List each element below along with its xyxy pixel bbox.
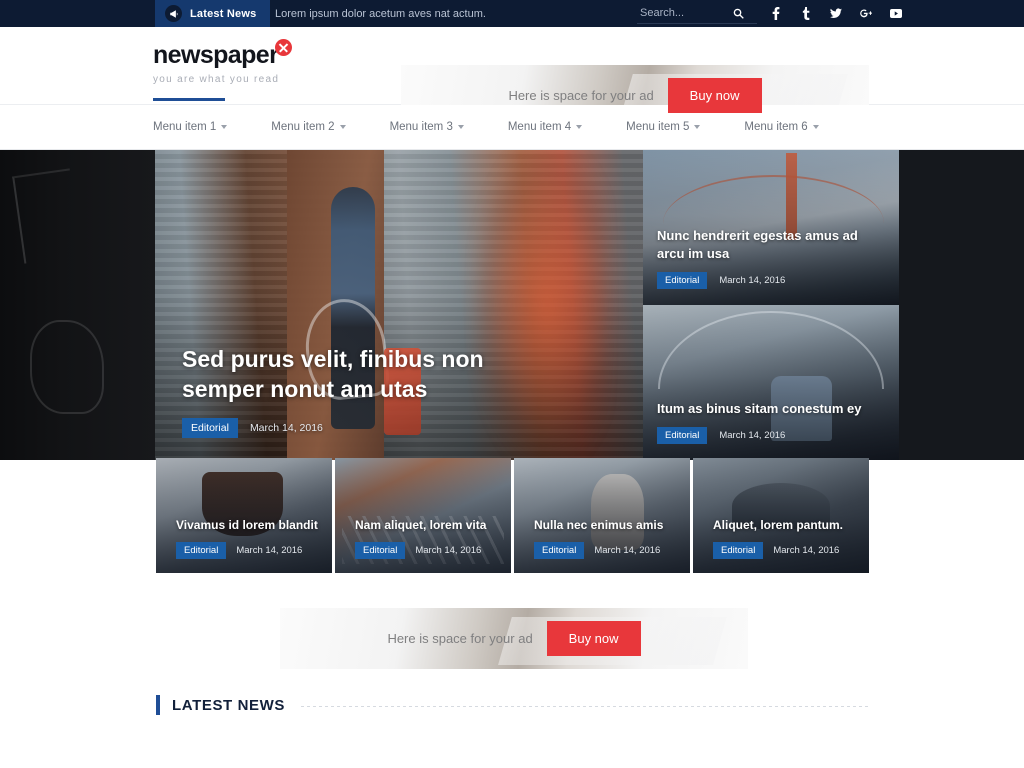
nav-item-1[interactable]: Menu item 1 <box>153 98 245 133</box>
top-bar: Latest News Lorem ipsum dolor acetum ave… <box>0 0 1024 27</box>
side-headline: Itum as binus sitam conestum ey <box>657 401 862 417</box>
logo-text: newspaper <box>153 41 279 69</box>
ticker-text: Lorem ipsum dolor acetum aves nat actum. <box>275 7 486 20</box>
hero-side-article-2[interactable]: Itum as binus sitam conestum ey Editoria… <box>643 305 899 460</box>
hero-featured-article[interactable]: Sed purus velit, finibus non semper nonu… <box>155 150 643 460</box>
youtube-icon[interactable] <box>890 7 902 21</box>
x-badge-icon <box>275 39 293 56</box>
ad-text: Here is space for your ad <box>508 88 654 103</box>
heading-divider <box>300 705 868 707</box>
side-date: March 14, 2016 <box>719 275 786 286</box>
card-title: Nulla nec enimus amis <box>534 518 664 533</box>
search-input[interactable] <box>637 6 733 21</box>
nav-item-2[interactable]: Menu item 2 <box>271 121 363 133</box>
twitter-icon[interactable] <box>830 7 842 21</box>
bridge-cable-shape <box>663 174 884 231</box>
tumblr-icon[interactable] <box>800 7 812 21</box>
hero-left-overflow <box>0 150 155 460</box>
ad-banner-bottom[interactable]: Here is space for your ad Buy now <box>280 608 748 669</box>
card-category-badge[interactable]: Editorial <box>355 542 406 559</box>
chevron-down-icon <box>339 125 346 129</box>
google-plus-icon[interactable] <box>860 7 872 21</box>
station-arch-shape <box>658 311 884 389</box>
facebook-icon[interactable] <box>770 7 782 21</box>
logo-tagline: you are what you read <box>153 74 280 85</box>
site-header: newspaper you are what you read Here is … <box>0 27 1024 126</box>
card-date: March 14, 2016 <box>594 545 661 556</box>
hero-right-filler <box>899 150 1024 460</box>
nav-item-label: Menu item 2 <box>271 121 335 133</box>
hero-date: March 14, 2016 <box>249 422 323 434</box>
hero-category-badge[interactable]: Editorial <box>182 418 238 438</box>
card-article-2[interactable]: Nam aliquet, lorem vita Editorial March … <box>335 458 511 573</box>
search-button[interactable] <box>733 8 744 19</box>
megaphone-icon <box>165 5 182 22</box>
hero-headline: Sed purus velit, finibus non semper nonu… <box>182 346 484 402</box>
hero-side-article-1[interactable]: Nunc hendrerit egestas amus ad arcu im u… <box>643 150 899 305</box>
card-date: March 14, 2016 <box>773 545 840 556</box>
card-article-4[interactable]: Aliquet, lorem pantum. Editorial March 1… <box>693 458 869 573</box>
card-article-1[interactable]: Vivamus id lorem blandit Editorial March… <box>156 458 332 573</box>
card-title: Vivamus id lorem blandit <box>176 518 318 533</box>
side-category-badge[interactable]: Editorial <box>657 427 708 444</box>
search-box[interactable] <box>637 4 757 24</box>
side-headline: Nunc hendrerit egestas amus ad arcu im u… <box>657 228 858 262</box>
buy-now-button[interactable]: Buy now <box>546 621 641 656</box>
buy-now-button[interactable]: Buy now <box>667 78 762 113</box>
heading-accent-bar <box>156 695 160 715</box>
latest-news-heading: LATEST NEWS <box>172 696 285 714</box>
featured-cards-section: Vivamus id lorem blandit Editorial March… <box>0 458 1024 580</box>
card-category-badge[interactable]: Editorial <box>534 542 585 559</box>
hero-side-list: Nunc hendrerit egestas amus ad arcu im u… <box>643 150 899 460</box>
latest-news-label: Latest News <box>190 7 257 20</box>
social-links <box>770 0 902 27</box>
nav-item-label: Menu item 1 <box>153 121 217 133</box>
card-category-badge[interactable]: Editorial <box>176 542 227 559</box>
ad-text: Here is space for your ad <box>387 631 533 646</box>
latest-news-badge[interactable]: Latest News <box>155 0 271 27</box>
card-date: March 14, 2016 <box>236 545 303 556</box>
side-date: March 14, 2016 <box>719 430 786 441</box>
news-ticker: Lorem ipsum dolor acetum aves nat actum. <box>275 0 486 27</box>
ad-banner-bottom-section: Here is space for your ad Buy now <box>0 580 1024 690</box>
section-heading: LATEST NEWS <box>156 695 868 715</box>
latest-news-section: LATEST NEWS <box>0 690 1024 750</box>
side-category-badge[interactable]: Editorial <box>657 272 708 289</box>
card-category-badge[interactable]: Editorial <box>713 542 764 559</box>
card-title: Aliquet, lorem pantum. <box>713 518 844 533</box>
ad-banner-top[interactable]: Here is space for your ad Buy now <box>401 65 869 126</box>
card-date: March 14, 2016 <box>415 545 482 556</box>
card-article-3[interactable]: Nulla nec enimus amis Editorial March 14… <box>514 458 690 573</box>
hero-section: Sed purus velit, finibus non semper nonu… <box>0 150 1024 460</box>
card-title: Nam aliquet, lorem vita <box>355 518 487 533</box>
site-logo[interactable]: newspaper you are what you read <box>153 39 293 85</box>
chevron-down-icon <box>221 125 228 129</box>
